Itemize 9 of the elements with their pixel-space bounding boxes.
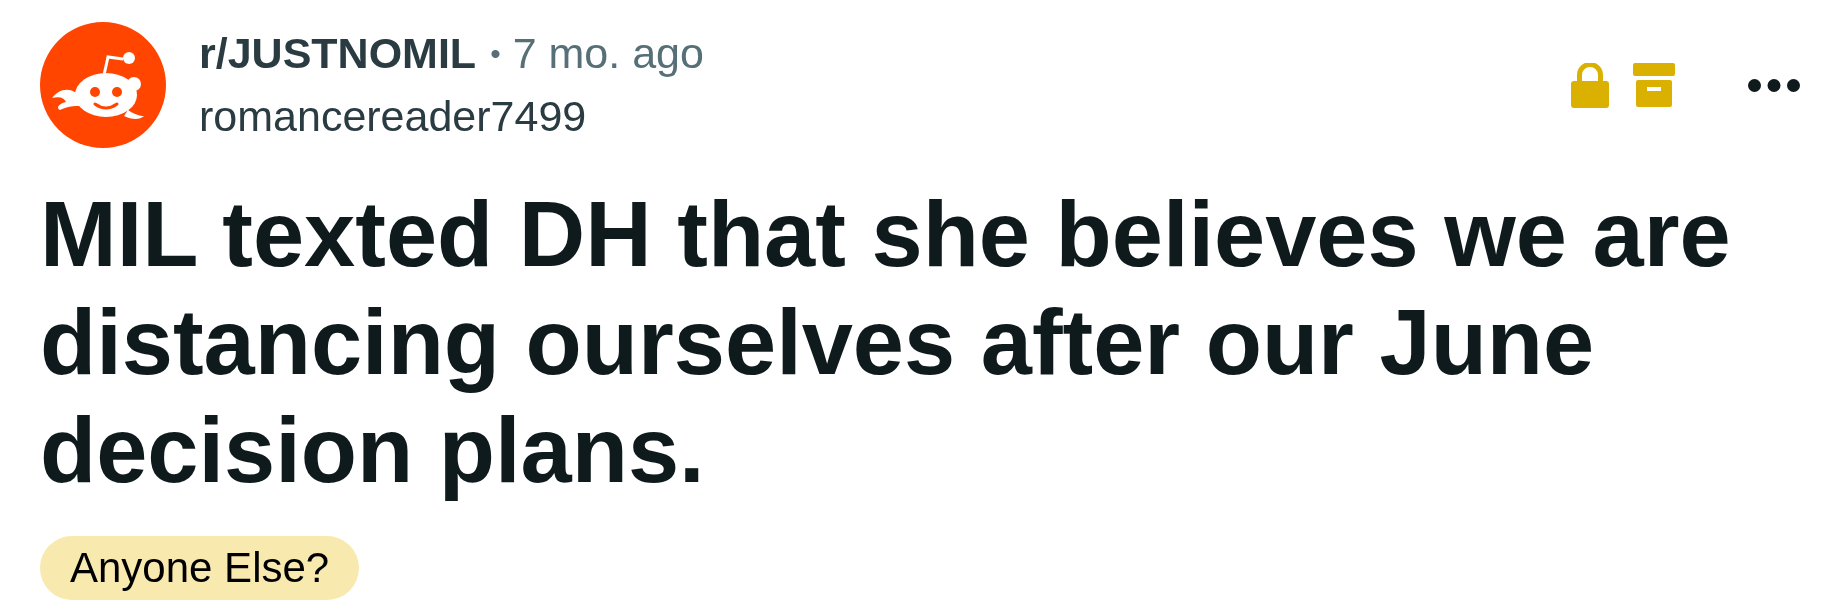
author-link[interactable]: romancereader7499 [199, 92, 587, 141]
post-title: MIL texted DH that she believes we are distancing ourselves after our June decision plans. [40, 182, 1732, 503]
more-options-button[interactable] [1748, 78, 1800, 92]
ellipsis-icon [1748, 78, 1800, 92]
post-flair[interactable]: Anyone Else? [40, 536, 360, 600]
subreddit-link[interactable]: r/JUSTNOMIL [199, 29, 477, 78]
separator-dot: • [490, 36, 501, 71]
post-age: 7 mo. ago [512, 29, 704, 78]
subreddit-avatar-icon [40, 22, 166, 148]
